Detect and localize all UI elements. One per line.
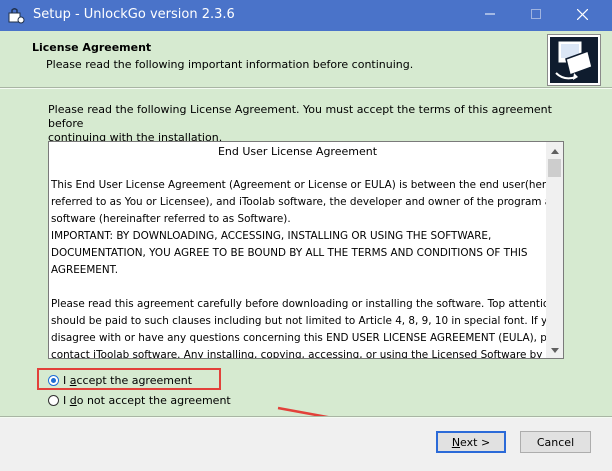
license-line: software (hereinafter referred to as Sof… — [51, 213, 291, 225]
maximize-icon — [531, 9, 541, 22]
maximize-button[interactable] — [513, 0, 559, 31]
scroll-down-button[interactable] — [546, 341, 563, 358]
annotation-highlight-box — [37, 368, 221, 390]
scroll-up-button[interactable] — [546, 142, 563, 159]
close-button[interactable] — [559, 0, 605, 31]
cancel-button-label: Cancel — [536, 435, 575, 449]
next-button[interactable]: Next > — [436, 431, 506, 453]
license-line: contact iToolab software. Any installing… — [51, 349, 564, 359]
decline-label[interactable]: I do not accept the agreement — [63, 394, 231, 407]
license-line: Please read this agreement carefully bef… — [51, 298, 556, 310]
license-line: disagree with or have any questions conc… — [51, 332, 564, 344]
page-title: License Agreement — [32, 41, 152, 54]
minimize-button[interactable] — [467, 0, 513, 31]
page-subtitle: Please read the following important info… — [46, 58, 414, 71]
scroll-thumb[interactable] — [548, 159, 561, 177]
minimize-icon — [485, 9, 495, 22]
window-title: Setup - UnlockGo version 2.3.6 — [33, 7, 235, 22]
vertical-scrollbar[interactable] — [546, 142, 563, 358]
close-icon — [576, 8, 588, 23]
license-heading: End User License Agreement — [217, 145, 378, 158]
license-textbox[interactable]: End User License Agreement This End User… — [48, 141, 564, 359]
decline-option[interactable]: I do not accept the agreement — [48, 392, 231, 408]
license-line: IMPORTANT: BY DOWNLOADING, ACCESSING, IN… — [51, 230, 492, 242]
chevron-down-icon — [550, 343, 559, 356]
installer-logo-icon — [547, 34, 601, 86]
app-icon — [8, 7, 26, 25]
license-line: should be paid to such clauses including… — [51, 315, 561, 327]
cancel-button[interactable]: Cancel — [520, 431, 591, 453]
license-line: referred to as You or Licensee), and iTo… — [51, 196, 564, 208]
intro-text: Please read the following License Agreem… — [48, 103, 568, 145]
title-bar: Setup - UnlockGo version 2.3.6 — [0, 0, 612, 31]
chevron-up-icon — [550, 144, 559, 157]
license-line: DOCUMENTATION, YOU AGREE TO BE BOUND BY … — [51, 247, 528, 259]
license-line: This End User License Agreement (Agreeme… — [51, 179, 564, 191]
next-button-label: Next > — [451, 435, 491, 449]
intro-line: Please read the following License Agreem… — [48, 103, 552, 130]
wizard-header: License Agreement Please read the follow… — [0, 31, 612, 87]
header-divider — [0, 87, 612, 89]
decline-radio[interactable] — [48, 394, 59, 406]
license-line: AGREEMENT. — [51, 264, 119, 276]
